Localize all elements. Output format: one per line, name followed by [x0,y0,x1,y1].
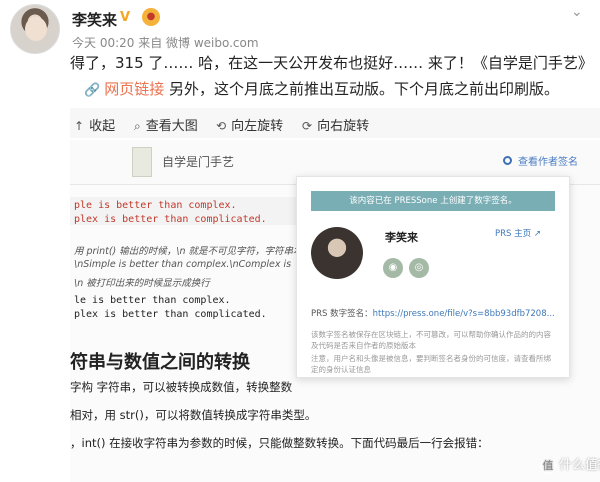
paragraph: 字构 字符串，可以被转换成数值，转换整数 [70,380,293,394]
wechat-icon: ◎ [409,258,429,278]
signature-label: PRS 数字签名： [311,309,373,319]
code-line: le is better than complex. [74,295,231,306]
signature-banner: 该内容已在 PRESSone 上创建了数字签名。 [311,191,555,211]
code-line: ple is better than complex. [74,200,237,211]
username[interactable]: 李笑来 [72,9,117,30]
watermark-text: 什么值得买 [559,458,600,473]
avatar[interactable] [10,4,60,54]
comment-line: 用 print() 输出的时候，\n 就是不可见字符，字符串本 [74,246,303,257]
watermark-icon: 值 [540,458,556,474]
view-large-button[interactable]: ⌕ 查看大图 [134,115,198,134]
rotate-right-icon: ⟳ [302,119,313,133]
view-signature-link: 查看作者签名 [518,157,578,168]
image-toolbar: ↑ 收起 ⌕ 查看大图 ⟲ 向左旋转 ⟳ 向右旋转 [70,108,600,138]
post-text-line2: 🔗 网页链接 另外，这个月底之前推出互动版。下个月底之前出印刷版。 [84,78,559,99]
rotate-left-icon: ⟲ [216,119,227,133]
post-image[interactable]: 自学是门手艺 查看作者签名 ple is better than complex… [70,140,600,482]
watermark: 值什么值得买 [540,454,600,474]
author-name: 李笑来 [385,231,418,244]
signature-url: https://press.one/file/v?s=8bb93dfb7208.… [372,309,555,319]
signature-note: 注意，用户名和头像是被信息，要判断签名者身份的可信度，请查看所绑定的身份认证信息 [311,354,551,374]
post-text-line1: 得了，315 了…… 哈，在这一天公开发布也挺好…… 来了！《自学是门手艺》 [70,54,593,72]
signature-note: 该数字签名被保存在区块链上，不可篡改，可以帮助你确认作品的的内容及代码是否来自作… [311,330,551,350]
post-meta: 今天 00:20 来自 微博 weibo.com [72,36,259,50]
prs-home-link: PRS 主页 ↗ [495,227,541,239]
prs-home-label: PRS 主页 [495,229,532,239]
signature-icon [503,156,512,165]
book-cover [132,147,152,177]
paragraph: ，int() 在接收字符串为参数的时候，只能做整数转换。下面代码最后一行会报错： [70,436,489,450]
comment-line: \nSimple is better than complex.\nComple… [74,259,292,270]
rotate-left-button[interactable]: ⟲ 向左旋转 [216,115,283,134]
rotate-left-label: 向左旋转 [231,119,284,134]
comment-line: \n 被打印出来的时候显示成换行 [74,278,210,289]
book-title: 自学是门手艺 [162,155,235,169]
post-text-line2-rest: 另外，这个月底之前推出互动版。下个月底之前出印刷版。 [164,80,559,98]
author-avatar [311,227,363,279]
zoom-icon: ⌕ [134,119,141,133]
paragraph: 相对，用 str()，可以将数值转换成字符串类型。 [70,408,317,422]
code-line: plex is better than complicated. [74,309,267,320]
link-icon[interactable]: 🔗 [84,83,100,98]
chevron-down-icon[interactable]: ⌄ [571,4,583,20]
collapse-button[interactable]: ↑ 收起 [74,115,115,134]
collapse-icon: ↑ [74,119,85,133]
badge-icon: ● [142,8,160,26]
signature-row: PRS 数字签名：https://press.one/file/v?s=8bb9… [311,307,555,319]
github-icon: ◉ [383,258,403,278]
signature-popup: 该内容已在 PRESSone 上创建了数字签名。 李笑来 PRS 主页 ↗ ◉ … [296,176,570,378]
web-link[interactable]: 网页链接 [104,80,164,98]
rotate-right-label: 向右旋转 [317,119,370,134]
rotate-right-button[interactable]: ⟳ 向右旋转 [302,115,369,134]
section-heading: 符串与数值之间的转换 [70,352,250,373]
collapse-label: 收起 [89,119,116,134]
view-large-label: 查看大图 [145,119,198,134]
verified-icon: V [120,10,131,25]
external-link-icon: ↗ [533,229,541,239]
code-line: plex is better than complicated. [74,214,267,225]
